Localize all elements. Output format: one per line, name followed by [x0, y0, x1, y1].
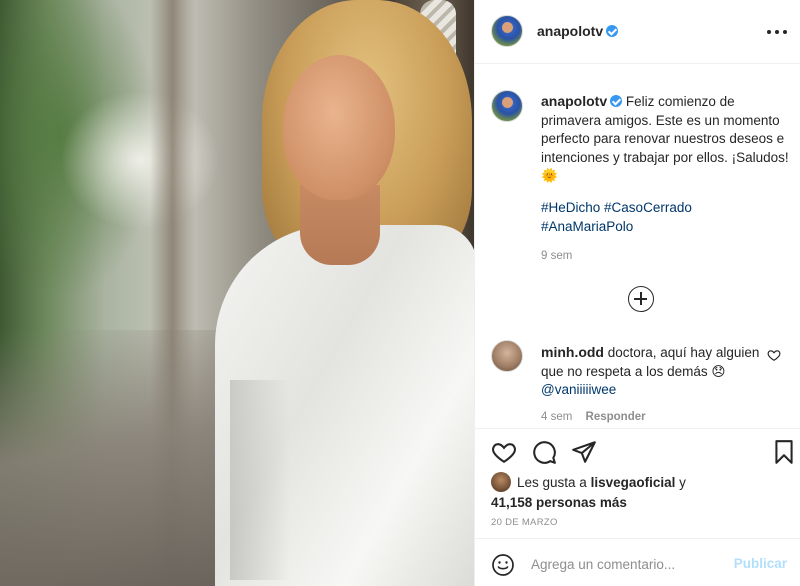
bookmark-icon[interactable] [771, 439, 797, 465]
caption-time-ago[interactable]: 9 sem [541, 250, 572, 262]
post-side-panel: anapolotv anapolotv Feliz comienzo de pr… [474, 0, 800, 586]
photo-background-walkway [0, 330, 230, 586]
comment-meta: 4 sem Responder [541, 411, 646, 423]
plus-circle-icon[interactable] [628, 286, 654, 312]
reply-button[interactable]: Responder [586, 411, 646, 423]
likes-prefix: Les gusta a [517, 475, 587, 490]
caption: anapolotv Feliz comienzo de primavera am… [541, 92, 791, 186]
liker-username[interactable]: lisvegaoficial [591, 475, 676, 490]
photo-shirt-shadow [230, 380, 290, 580]
post-header: anapolotv [475, 0, 800, 64]
comment-box: Publicar [475, 538, 800, 586]
heart-icon[interactable] [491, 439, 517, 465]
more-icon[interactable] [767, 24, 787, 40]
hashtag-link[interactable]: #CasoCerrado [604, 200, 692, 215]
commenter-username[interactable]: minh.odd [541, 344, 604, 360]
emoji-icon[interactable] [491, 553, 515, 577]
post-date: 20 DE MARZO [491, 517, 558, 528]
verified-badge-icon [610, 95, 623, 107]
verified-badge-icon [606, 25, 619, 37]
comment-icon[interactable] [531, 439, 557, 465]
caption-author-avatar[interactable] [491, 90, 523, 122]
comment-body: minh.odd doctora, aquí hay alguien que n… [541, 343, 767, 400]
caption-hashtags: #HeDicho #CasoCerrado #AnaMariaPolo [541, 199, 791, 236]
comment-heart-icon[interactable] [767, 348, 781, 362]
action-bar [475, 428, 800, 474]
photo-face [283, 55, 395, 200]
caption-author-username[interactable]: anapolotv [541, 93, 607, 109]
hashtag-link[interactable]: #HeDicho [541, 200, 600, 215]
author-avatar[interactable] [491, 15, 523, 47]
comment-time-ago[interactable]: 4 sem [541, 411, 572, 423]
liker-avatar[interactable] [491, 472, 511, 492]
publish-button[interactable]: Publicar [734, 556, 787, 571]
author-username-text[interactable]: anapolotv [537, 23, 603, 39]
comment-mention[interactable]: @vaniiiiiwee [541, 382, 616, 397]
comment-input[interactable] [531, 553, 731, 575]
photo-background-light [60, 90, 220, 230]
likes-joiner: y [679, 475, 686, 490]
hashtag-link[interactable]: #AnaMariaPolo [541, 219, 633, 234]
likes-others-count[interactable]: 41,158 personas más [491, 495, 627, 510]
post-photo[interactable] [0, 0, 474, 586]
author-username[interactable]: anapolotv [537, 23, 619, 39]
likes-summary: Les gusta a lisvegaoficial y 41,158 pers… [491, 472, 791, 513]
share-icon[interactable] [571, 439, 597, 465]
commenter-avatar[interactable] [491, 340, 523, 372]
